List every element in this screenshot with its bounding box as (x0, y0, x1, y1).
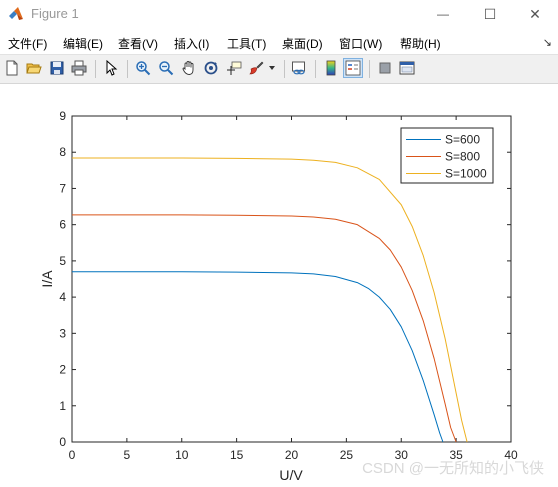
figure-window: Figure 1 — ☐ ✕ 文件(F) 编辑(E) 查看(V) 插入(I) 工… (0, 0, 558, 487)
toolbar-separator (127, 60, 128, 78)
link-plot-icon (292, 61, 305, 75)
toolbar-separator (369, 60, 370, 78)
data-cursor-button[interactable] (224, 58, 244, 78)
brush-icon (249, 61, 264, 75)
menu-help[interactable]: 帮助(H) (400, 35, 441, 52)
menu-window[interactable]: 窗口(W) (339, 35, 382, 52)
y-tick-label: 2 (59, 363, 66, 377)
toolbar-separator (315, 60, 316, 78)
open-file-button[interactable] (24, 58, 44, 78)
zoom-out-button[interactable] (156, 58, 176, 78)
maximize-button[interactable]: ☐ (467, 0, 513, 28)
menu-file[interactable]: 文件(F) (8, 35, 47, 52)
save-button[interactable] (47, 58, 67, 78)
x-axis-label: U/V (279, 467, 303, 483)
open-file-icon (26, 63, 42, 74)
zoom-out-icon (159, 61, 174, 76)
y-tick-label: 6 (59, 218, 66, 232)
chevron-down-icon (269, 66, 275, 70)
pan-hand-icon (182, 61, 194, 75)
save-icon (50, 61, 64, 75)
data-cursor-icon (227, 61, 242, 75)
minimize-icon: — (437, 7, 449, 21)
new-figure-button[interactable] (2, 58, 22, 78)
toolbar-separator (95, 60, 96, 78)
matlab-logo-icon (9, 7, 23, 20)
menu-bar: 文件(F) 编辑(E) 查看(V) 插入(I) 工具(T) 桌面(D) 窗口(W… (0, 31, 558, 53)
watermark-text: CSDN @一无所知的小飞侠 (362, 460, 544, 477)
menu-view[interactable]: 查看(V) (118, 35, 158, 52)
y-tick-label: 0 (59, 435, 66, 449)
hide-plot-tools-button[interactable] (375, 58, 395, 78)
new-figure-icon (6, 60, 18, 76)
legend-entry-label: S=1000 (445, 167, 487, 181)
print-button[interactable] (69, 58, 89, 78)
colorbar-button[interactable] (321, 58, 341, 78)
maximize-icon: ☐ (483, 5, 497, 22)
show-plot-tools-icon (399, 61, 415, 75)
legend-button[interactable] (343, 58, 363, 78)
show-plot-tools-button[interactable] (397, 58, 417, 78)
toolbar (0, 54, 558, 84)
rotate-3d-icon (204, 61, 218, 75)
menu-edit[interactable]: 编辑(E) (63, 35, 103, 52)
menu-desktop[interactable]: 桌面(D) (282, 35, 323, 52)
x-tick-label: 10 (175, 448, 189, 462)
menu-tools[interactable]: 工具(T) (227, 35, 266, 52)
plot-area[interactable]: 0 5 10 15 20 25 30 35 400123456789 U/V I/A S=600… (0, 84, 558, 487)
pan-button[interactable] (179, 58, 199, 78)
x-tick-label: 5 (124, 448, 131, 462)
menu-insert[interactable]: 插入(I) (174, 35, 209, 52)
print-icon (71, 60, 87, 76)
select-pointer-icon (106, 60, 118, 76)
select-pointer-button[interactable] (101, 58, 121, 78)
x-tick-label: 25 (340, 448, 354, 462)
x-tick-label: 15 (230, 448, 244, 462)
x-tick-label: 20 (285, 448, 299, 462)
brush-button[interactable] (246, 58, 266, 78)
y-tick-label: 4 (59, 290, 66, 304)
close-icon: ✕ (529, 5, 541, 22)
y-tick-label: 8 (59, 145, 66, 159)
hide-plot-tools-icon (379, 62, 391, 74)
close-button[interactable]: ✕ (512, 0, 558, 28)
link-plot-button[interactable] (289, 58, 309, 78)
zoom-in-button[interactable] (133, 58, 153, 78)
y-tick-label: 3 (59, 326, 66, 340)
legend-entry-label: S=800 (445, 150, 480, 164)
y-tick-label: 7 (59, 181, 66, 195)
y-tick-label: 5 (59, 254, 66, 268)
menu-overflow-icon[interactable]: ↘ (543, 36, 552, 49)
toolbar-separator (284, 60, 285, 78)
y-tick-label: 9 (59, 109, 66, 123)
rotate-3d-button[interactable] (201, 58, 221, 78)
legend-entry-label: S=600 (445, 133, 480, 147)
x-tick-label: 0 (69, 448, 76, 462)
window-title: Figure 1 (31, 6, 79, 21)
zoom-in-icon (136, 61, 151, 76)
legend[interactable]: S=600 S=800 S=1000 (400, 127, 494, 184)
y-tick-label: 1 (59, 399, 66, 413)
title-bar[interactable]: Figure 1 — ☐ ✕ (0, 0, 558, 30)
legend-icon (345, 60, 361, 76)
brush-dropdown[interactable] (266, 58, 278, 78)
colorbar-icon (326, 60, 336, 76)
y-axis-label: I/A (39, 270, 55, 288)
minimize-button[interactable]: — (420, 0, 466, 28)
